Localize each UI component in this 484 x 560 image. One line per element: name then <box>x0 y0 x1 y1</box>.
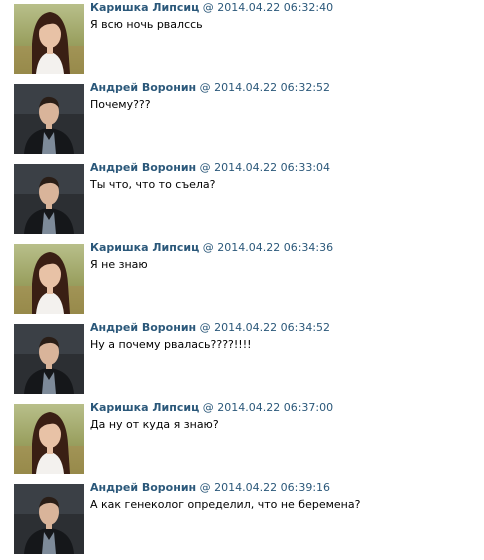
timestamp: 2014.04.22 06:32:52 <box>214 81 331 94</box>
message-text: Почему??? <box>90 98 151 111</box>
message-item: Андрей Воронин @ 2014.04.22 06:33:04 Ты … <box>0 160 484 240</box>
at-separator: @ <box>202 241 214 254</box>
message-header: Каришка Липсиц @ 2014.04.22 06:34:36 <box>90 241 333 255</box>
message-item: Андрей Воронин @ 2014.04.22 06:34:52 Ну … <box>0 320 484 400</box>
message-item: Андрей Воронин @ 2014.04.22 06:32:52 Поч… <box>0 80 484 160</box>
at-separator: @ <box>199 321 211 334</box>
avatar[interactable] <box>14 84 84 154</box>
avatar[interactable] <box>14 164 84 234</box>
message-item: Каришка Липсиц @ 2014.04.22 06:32:40 Я в… <box>0 0 484 80</box>
message-text: А как генеколог определил, что не береме… <box>90 498 361 511</box>
author-name-link[interactable]: Андрей Воронин <box>90 81 196 94</box>
timestamp: 2014.04.22 06:34:52 <box>214 321 331 334</box>
at-separator: @ <box>199 81 211 94</box>
author-name-link[interactable]: Андрей Воронин <box>90 481 196 494</box>
message-item: Каришка Липсиц @ 2014.04.22 06:34:36 Я н… <box>0 240 484 320</box>
avatar[interactable] <box>14 404 84 474</box>
message-header: Андрей Воронин @ 2014.04.22 06:34:52 <box>90 321 330 335</box>
avatar[interactable] <box>14 324 84 394</box>
at-separator: @ <box>199 481 211 494</box>
author-name-link[interactable]: Каришка Липсиц <box>90 1 199 14</box>
at-separator: @ <box>202 401 214 414</box>
message-text: Я всю ночь рвалссь <box>90 18 203 31</box>
message-header: Андрей Воронин @ 2014.04.22 06:32:52 <box>90 81 330 95</box>
timestamp: 2014.04.22 06:37:00 <box>217 401 334 414</box>
author-name-link[interactable]: Каришка Липсиц <box>90 401 199 414</box>
author-name-link[interactable]: Андрей Воронин <box>90 321 196 334</box>
message-header: Каришка Липсиц @ 2014.04.22 06:32:40 <box>90 1 333 15</box>
message-text: Я не знаю <box>90 258 148 271</box>
timestamp: 2014.04.22 06:33:04 <box>214 161 331 174</box>
message-text: Ну а почему рвалась????!!!! <box>90 338 252 351</box>
author-name-link[interactable]: Андрей Воронин <box>90 161 196 174</box>
message-header: Каришка Липсиц @ 2014.04.22 06:37:00 <box>90 401 333 415</box>
message-item: Андрей Воронин @ 2014.04.22 06:39:16 А к… <box>0 480 484 560</box>
message-item: Каришка Липсиц @ 2014.04.22 06:37:00 Да … <box>0 400 484 480</box>
message-text: Да ну от куда я знаю? <box>90 418 219 431</box>
avatar[interactable] <box>14 4 84 74</box>
at-separator: @ <box>199 161 211 174</box>
author-name-link[interactable]: Каришка Липсиц <box>90 241 199 254</box>
avatar[interactable] <box>14 484 84 554</box>
timestamp: 2014.04.22 06:39:16 <box>214 481 331 494</box>
message-header: Андрей Воронин @ 2014.04.22 06:39:16 <box>90 481 330 495</box>
avatar[interactable] <box>14 244 84 314</box>
timestamp: 2014.04.22 06:32:40 <box>217 1 334 14</box>
timestamp: 2014.04.22 06:34:36 <box>217 241 334 254</box>
message-feed: Каришка Липсиц @ 2014.04.22 06:32:40 Я в… <box>0 0 484 560</box>
message-text: Ты что, что то съела? <box>90 178 216 191</box>
at-separator: @ <box>202 1 214 14</box>
message-header: Андрей Воронин @ 2014.04.22 06:33:04 <box>90 161 330 175</box>
